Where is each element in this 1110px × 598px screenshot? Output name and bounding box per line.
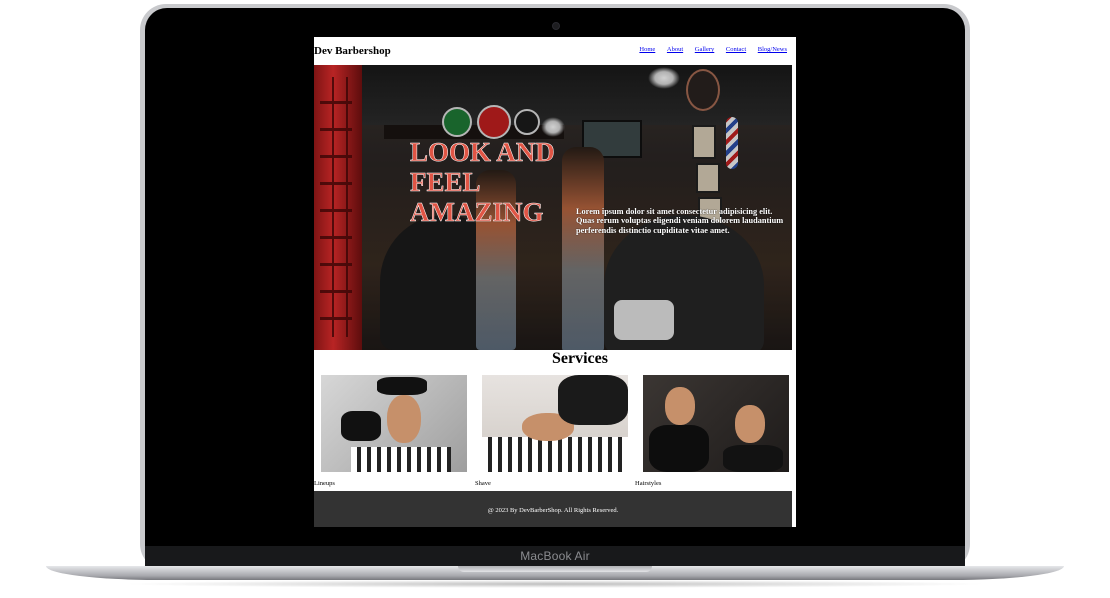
webcam-icon	[552, 22, 560, 30]
barber-face	[665, 387, 695, 425]
site-title: Dev Barbershop	[314, 45, 391, 57]
nav-link-gallery[interactable]: Gallery	[695, 46, 715, 53]
laptop-shadow	[120, 580, 990, 588]
barber-gloved-hand	[377, 377, 427, 395]
client-cape	[351, 447, 451, 472]
website-screen: Dev Barbershop Home About Gallery Contac…	[314, 37, 796, 527]
hero-door-panes	[320, 77, 352, 337]
service-image-shave	[482, 375, 628, 472]
main-nav: Home About Gallery Contact Blog/News	[629, 46, 787, 53]
footer-copyright: @ 2023 By DevBarberShop. All Rights Rese…	[487, 507, 619, 514]
client-cape	[482, 437, 628, 472]
nav-link-blog-news[interactable]: Blog/News	[758, 46, 787, 53]
service-label-shave: Shave	[475, 480, 491, 487]
barber-torso	[649, 425, 709, 472]
laptop-brand-label: MacBook Air	[520, 549, 590, 563]
service-label-hairstyles: Hairstyles	[635, 480, 662, 487]
client-cape	[723, 445, 783, 472]
service-image-lineups	[321, 375, 467, 472]
site-header: Dev Barbershop Home About Gallery Contac…	[314, 37, 796, 65]
service-image-hairstyles	[643, 375, 789, 472]
site-footer: @ 2023 By DevBarberShop. All Rights Rese…	[314, 491, 792, 527]
client-face	[387, 395, 421, 443]
nav-link-contact[interactable]: Contact	[726, 46, 746, 53]
nav-link-about[interactable]: About	[667, 46, 683, 53]
service-label-lineups: Lineups	[314, 480, 335, 487]
services-heading: Services	[552, 350, 608, 367]
barber-torso	[558, 375, 628, 425]
laptop-opening-notch	[458, 566, 652, 572]
nav-link-home[interactable]: Home	[639, 46, 655, 53]
hero-banner: LOOK AND FEEL AMAZING Lorem ipsum dolor …	[314, 65, 792, 350]
barber-gloved-hand	[341, 411, 381, 441]
hero-description: Lorem ipsum dolor sit amet consectetur a…	[576, 207, 784, 235]
hero-title: LOOK AND FEEL AMAZING	[410, 137, 555, 228]
client-face	[735, 405, 765, 443]
